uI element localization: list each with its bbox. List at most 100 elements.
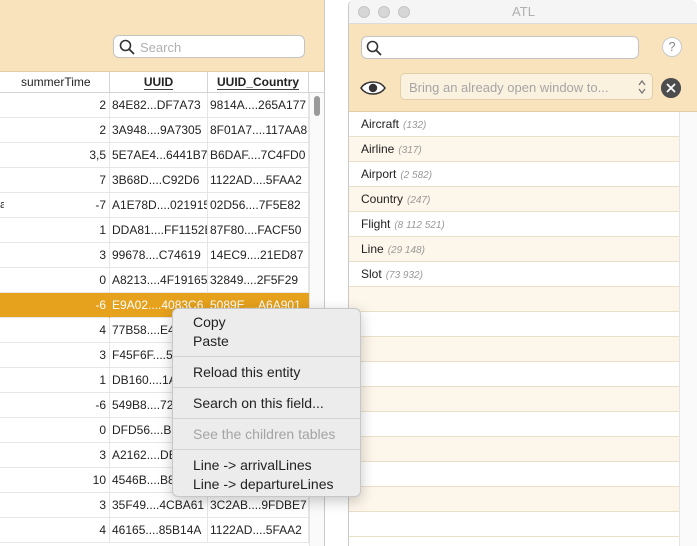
entity-name: Line <box>361 242 384 256</box>
entity-toolbar: ? Bring an already open window to... <box>349 24 697 112</box>
column-header-uuid[interactable]: UUID <box>110 72 208 93</box>
entity-list-item[interactable]: Country (247) <box>349 187 679 212</box>
entity-count: (132) <box>403 120 427 131</box>
empty-list-row <box>349 462 679 487</box>
menu-separator <box>173 449 360 450</box>
table-row[interactable]: 7 3B68D....C92D6 1122AD....5FAA2 <box>0 168 309 193</box>
summertime-cell: 4 <box>4 518 110 543</box>
summertime-cell: 1 <box>4 368 110 393</box>
empty-list-row <box>349 287 679 312</box>
uuid-cell: 3A948....9A7305 <box>110 118 208 143</box>
table-toolbar: Search <box>0 0 324 72</box>
entity-count: (247) <box>407 195 431 206</box>
summertime-cell: 3 <box>4 493 110 518</box>
summertime-cell: 3 <box>4 443 110 468</box>
column-header-uuid-country[interactable]: UUID_Country <box>208 72 309 93</box>
table-row[interactable]: a-7A1E78D....02191502D56....7F5E82 <box>0 193 309 218</box>
summertime-cell: 4 <box>4 318 110 343</box>
scrollbar-thumb[interactable] <box>314 96 320 116</box>
table-search-field[interactable]: Search <box>113 35 305 58</box>
entity-list-scrollbar[interactable] <box>679 112 697 546</box>
column-header-summertime[interactable]: summerTime <box>0 72 110 93</box>
uuid-country-cell: 1122AD....5FAA2 <box>208 518 309 543</box>
menu-item-search-on-field[interactable]: Search on this field... <box>173 394 360 413</box>
table-row[interactable]: 3,5 5E7AE4...6441B7 B6DAF....7C4FD0 <box>0 143 309 168</box>
menu-item-reload-entity[interactable]: Reload this entity <box>173 363 360 382</box>
entity-search-field[interactable] <box>361 36 639 59</box>
table-row[interactable]: 3 99678....C74619 14EC9....21ED87 <box>0 243 309 268</box>
empty-list-row <box>349 337 679 362</box>
entity-list-item[interactable]: Aircraft (132) <box>349 112 679 137</box>
uuid-country-cell: 14EC9....21ED87 <box>208 243 309 268</box>
atl-window: ATL ? Bring an already open window to... <box>348 0 697 546</box>
uuid-cell: 5E7AE4...6441B7 <box>110 143 208 168</box>
uuid-cell: 46165....85B14A <box>110 518 208 543</box>
search-placeholder: Search <box>140 40 182 55</box>
menu-item-children-tables: See the children tables <box>193 426 336 442</box>
close-icon[interactable] <box>661 78 681 98</box>
uuid-cell: 99678....C74619 <box>110 243 208 268</box>
summertime-cell: -6 <box>4 393 110 418</box>
window-titlebar: ATL <box>349 0 697 24</box>
entity-name: Flight <box>361 217 391 231</box>
table-row[interactable]: 0 A8213....4F19165 32849....2F5F29 <box>0 268 309 293</box>
entity-name: Airport <box>361 167 397 181</box>
entity-name: Slot <box>361 267 382 281</box>
uuid-country-cell: 8F01A7....117AA8 <box>208 118 309 143</box>
menu-item-arrival-lines[interactable]: Line -> arrivalLines <box>173 456 360 475</box>
uuid-cell: A1E78D....021915 <box>110 193 208 218</box>
uuid-country-cell: 87F80....FACF50 <box>208 218 309 243</box>
entity-list-item[interactable]: Airline (317) <box>349 137 679 162</box>
help-button[interactable]: ? <box>662 37 682 57</box>
entity-count: (73 932) <box>385 270 423 281</box>
entity-list-item[interactable]: Flight (8 112 521) <box>349 212 679 237</box>
open-window-popup[interactable]: Bring an already open window to... <box>400 73 653 100</box>
summertime-cell: 0 <box>4 268 110 293</box>
table-row[interactable]: 1 DDA81....FF1152E 87F80....FACF50 <box>0 218 309 243</box>
entity-name: Aircraft <box>361 117 400 131</box>
table-header: summerTime UUID UUID_Country <box>0 72 324 93</box>
table-row[interactable]: 2 3A948....9A7305 8F01A7....117AA8 <box>0 118 309 143</box>
menu-item-paste[interactable]: Paste <box>173 332 360 351</box>
uuid-cell: DDA81....FF1152E <box>110 218 208 243</box>
summertime-cell: 2 <box>4 118 110 143</box>
entity-count: (29 148) <box>387 245 425 256</box>
table-row[interactable]: 4 46165....85B14A 1122AD....5FAA2 <box>0 518 309 543</box>
entity-list-item[interactable]: Airport (2 582) <box>349 162 679 187</box>
open-window-placeholder: Bring an already open window to... <box>409 80 609 95</box>
menu-item-copy[interactable]: Copy <box>173 313 360 332</box>
uuid-cell: 3B68D....C92D6 <box>110 168 208 193</box>
menu-separator <box>173 387 360 388</box>
menu-item-departure-lines[interactable]: Line -> departureLines <box>173 475 360 494</box>
search-icon <box>366 40 382 56</box>
empty-list-row <box>349 312 679 337</box>
entity-count: (8 112 521) <box>394 220 445 231</box>
entity-list-item[interactable]: Slot (73 932) <box>349 262 679 287</box>
menu-separator <box>173 356 360 357</box>
summertime-cell: -6 <box>4 293 110 318</box>
search-icon <box>119 39 135 55</box>
summertime-cell: 2 <box>4 93 110 118</box>
summertime-cell: 3 <box>4 243 110 268</box>
window-title: ATL <box>512 4 535 19</box>
entity-name: Airline <box>361 142 395 156</box>
empty-list-row <box>349 487 679 512</box>
uuid-country-cell: 32849....2F5F29 <box>208 268 309 293</box>
summertime-cell: 0 <box>4 418 110 443</box>
context-menu: Copy Paste Reload this entity Search on … <box>172 308 361 497</box>
uuid-country-cell: B6DAF....7C4FD0 <box>208 143 309 168</box>
uuid-country-cell: 1122AD....5FAA2 <box>208 168 309 193</box>
empty-list-row <box>349 387 679 412</box>
entity-list-item[interactable]: Line (29 148) <box>349 237 679 262</box>
summertime-cell: 10 <box>4 468 110 493</box>
empty-list-row <box>349 412 679 437</box>
table-row[interactable]: 2 84E82...DF7A73 9814A....265A177 <box>0 93 309 118</box>
empty-list-row <box>349 512 679 537</box>
summertime-cell: -7 <box>4 193 110 218</box>
empty-list-row <box>349 437 679 462</box>
summertime-cell: 3 <box>4 343 110 368</box>
empty-list-row <box>349 362 679 387</box>
summertime-cell: 7 <box>4 168 110 193</box>
entity-count: (2 582) <box>400 170 433 181</box>
eye-icon[interactable] <box>360 79 386 97</box>
